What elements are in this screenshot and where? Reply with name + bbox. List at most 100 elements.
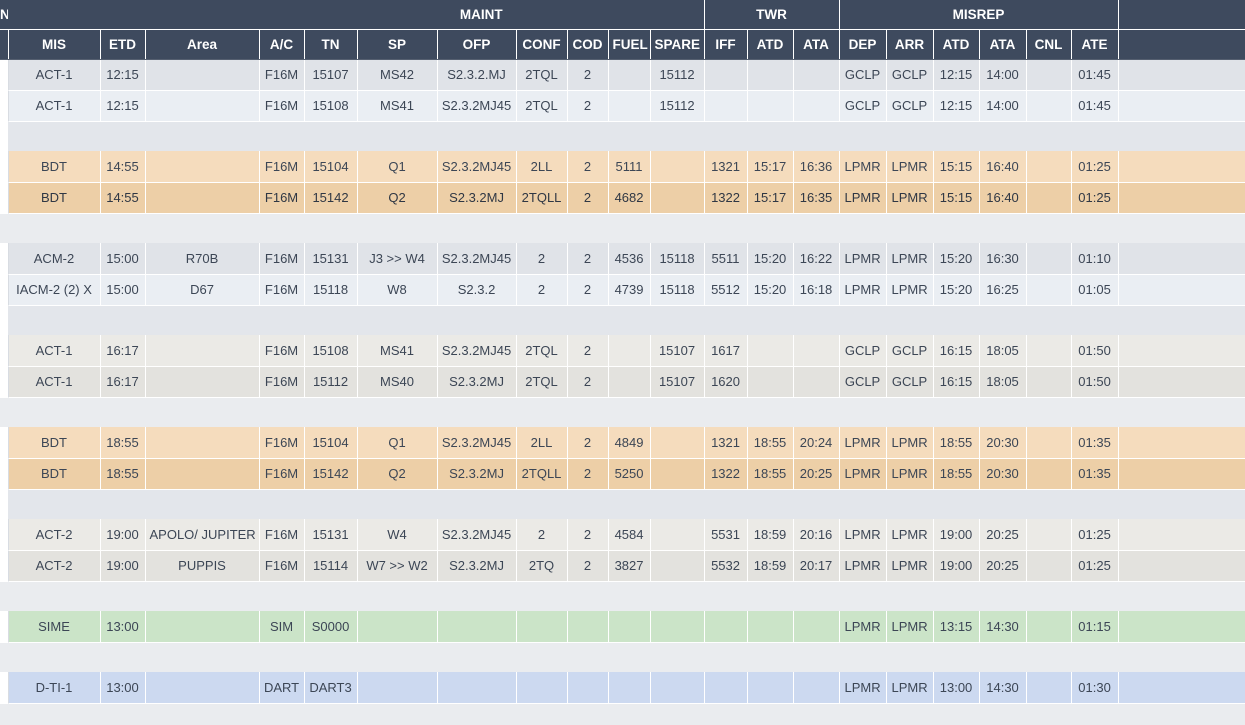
- cell-etd[interactable]: 16:17: [100, 366, 146, 398]
- cell-iff[interactable]: 1322: [704, 458, 748, 490]
- cell-iff[interactable]: [704, 672, 748, 704]
- cell-spare[interactable]: 15118: [650, 274, 705, 306]
- cell-tn[interactable]: 15118: [304, 274, 358, 306]
- cell-sp[interactable]: W4: [357, 519, 438, 551]
- cell-dep[interactable]: LPMR: [839, 672, 887, 704]
- cell-misrep-ata[interactable]: 14:30: [979, 611, 1027, 643]
- cell-ac[interactable]: F16M: [259, 274, 305, 306]
- cell-sp[interactable]: MS40: [357, 366, 438, 398]
- cell-misrep-atd[interactable]: 13:00: [933, 672, 980, 704]
- cell-conf[interactable]: 2TQL: [516, 335, 568, 367]
- cell-tn[interactable]: 15104: [304, 427, 358, 459]
- cell-sp[interactable]: MS41: [357, 90, 438, 122]
- col-twr-atd[interactable]: ATD: [747, 29, 794, 60]
- cell-iff[interactable]: 5511: [704, 243, 748, 275]
- cell-dep[interactable]: LPMR: [839, 550, 887, 582]
- cell-spare[interactable]: [650, 182, 705, 214]
- cell-twr-ata[interactable]: 20:16: [793, 519, 840, 551]
- cell-ac[interactable]: F16M: [259, 243, 305, 275]
- cell-mis[interactable]: ACT-1: [8, 335, 101, 367]
- cell-ate[interactable]: 01:30: [1071, 672, 1119, 704]
- cell-fuel[interactable]: 4739: [608, 274, 651, 306]
- cell-sp[interactable]: Q2: [357, 458, 438, 490]
- cell-area[interactable]: [145, 59, 260, 91]
- cell-arr[interactable]: LPMR: [886, 519, 934, 551]
- cell-spare[interactable]: [650, 427, 705, 459]
- cell-cnl[interactable]: [1026, 458, 1072, 490]
- cell-conf[interactable]: 2TQL: [516, 366, 568, 398]
- cell-ofp[interactable]: S2.3.2MJ: [437, 182, 517, 214]
- cell-cod[interactable]: 2: [567, 335, 609, 367]
- cell-ac[interactable]: F16M: [259, 366, 305, 398]
- cell-etd[interactable]: 18:55: [100, 427, 146, 459]
- cell-twr-atd[interactable]: 18:55: [747, 458, 794, 490]
- cell-ate[interactable]: 01:10: [1071, 243, 1119, 275]
- cell-tn[interactable]: 15142: [304, 458, 358, 490]
- cell-tn[interactable]: 15131: [304, 243, 358, 275]
- cell-sp[interactable]: Q1: [357, 427, 438, 459]
- cell-twr-ata[interactable]: 16:36: [793, 151, 840, 183]
- table-row[interactable]: ACT-1 16:17 F16M 15112 MS40 S2.3.2MJ 2TQL 2 1510…: [0, 366, 1245, 398]
- cell-misrep-ata[interactable]: 16:40: [979, 182, 1027, 214]
- cell-conf[interactable]: 2: [516, 519, 568, 551]
- cell-ofp[interactable]: S2.3.2MJ45: [437, 243, 517, 275]
- cell-conf[interactable]: [516, 611, 568, 643]
- cell-mis[interactable]: D-TI-1: [8, 672, 101, 704]
- cell-cod[interactable]: 2: [567, 274, 609, 306]
- cell-ac[interactable]: F16M: [259, 182, 305, 214]
- cell-ate[interactable]: 01:50: [1071, 366, 1119, 398]
- cell-iff[interactable]: 5532: [704, 550, 748, 582]
- col-sp[interactable]: SP: [357, 29, 438, 60]
- cell-iff[interactable]: [704, 611, 748, 643]
- cell-misrep-atd[interactable]: 16:15: [933, 335, 980, 367]
- cell-misrep-atd[interactable]: 12:15: [933, 59, 980, 91]
- cell-cod[interactable]: 2: [567, 366, 609, 398]
- cell-arr[interactable]: GCLP: [886, 59, 934, 91]
- col-misrep-ata[interactable]: ATA: [979, 29, 1027, 60]
- col-area[interactable]: Area: [145, 29, 260, 60]
- cell-misrep-atd[interactable]: 15:20: [933, 274, 980, 306]
- cell-fuel[interactable]: [608, 366, 651, 398]
- cell-misrep-ata[interactable]: 14:30: [979, 672, 1027, 704]
- cell-etd[interactable]: 16:17: [100, 335, 146, 367]
- col-ofp[interactable]: OFP: [437, 29, 517, 60]
- cell-tn[interactable]: 15142: [304, 182, 358, 214]
- table-row[interactable]: IACM-2 (2) X 15:00 D67 F16M 15118 W8 S2.3.2 2 2 4…: [0, 274, 1245, 306]
- cell-area[interactable]: R70B: [145, 243, 260, 275]
- cell-misrep-ata[interactable]: 20:25: [979, 519, 1027, 551]
- cell-mis[interactable]: ACT-1: [8, 59, 101, 91]
- cell-twr-atd[interactable]: 15:20: [747, 274, 794, 306]
- cell-ofp[interactable]: S2.3.2MJ45: [437, 151, 517, 183]
- cell-sp[interactable]: MS42: [357, 59, 438, 91]
- cell-conf[interactable]: 2TQL: [516, 90, 568, 122]
- cell-dep[interactable]: GCLP: [839, 335, 887, 367]
- cell-misrep-ata[interactable]: 20:30: [979, 458, 1027, 490]
- cell-tn[interactable]: S0000: [304, 611, 358, 643]
- cell-cnl[interactable]: [1026, 90, 1072, 122]
- cell-twr-ata[interactable]: [793, 90, 840, 122]
- cell-arr[interactable]: LPMR: [886, 182, 934, 214]
- cell-area[interactable]: [145, 335, 260, 367]
- cell-ofp[interactable]: S2.3.2: [437, 274, 517, 306]
- cell-ofp[interactable]: S2.3.2MJ45: [437, 519, 517, 551]
- cell-etd[interactable]: 15:00: [100, 274, 146, 306]
- cell-spare[interactable]: [650, 519, 705, 551]
- cell-ofp[interactable]: [437, 611, 517, 643]
- cell-twr-atd[interactable]: 18:59: [747, 550, 794, 582]
- cell-arr[interactable]: GCLP: [886, 366, 934, 398]
- cell-ate[interactable]: 01:25: [1071, 519, 1119, 551]
- cell-conf[interactable]: 2LL: [516, 151, 568, 183]
- cell-cod[interactable]: 2: [567, 151, 609, 183]
- cell-tn[interactable]: 15112: [304, 366, 358, 398]
- cell-cnl[interactable]: [1026, 335, 1072, 367]
- cell-twr-atd[interactable]: 15:17: [747, 182, 794, 214]
- col-tn[interactable]: TN: [304, 29, 358, 60]
- cell-sp[interactable]: [357, 611, 438, 643]
- cell-twr-ata[interactable]: 20:17: [793, 550, 840, 582]
- cell-cod[interactable]: 2: [567, 427, 609, 459]
- cell-sp[interactable]: W7 >> W2: [357, 550, 438, 582]
- cell-dep[interactable]: LPMR: [839, 243, 887, 275]
- col-mis[interactable]: MIS: [8, 29, 101, 60]
- cell-spare[interactable]: 15118: [650, 243, 705, 275]
- cell-cod[interactable]: 2: [567, 182, 609, 214]
